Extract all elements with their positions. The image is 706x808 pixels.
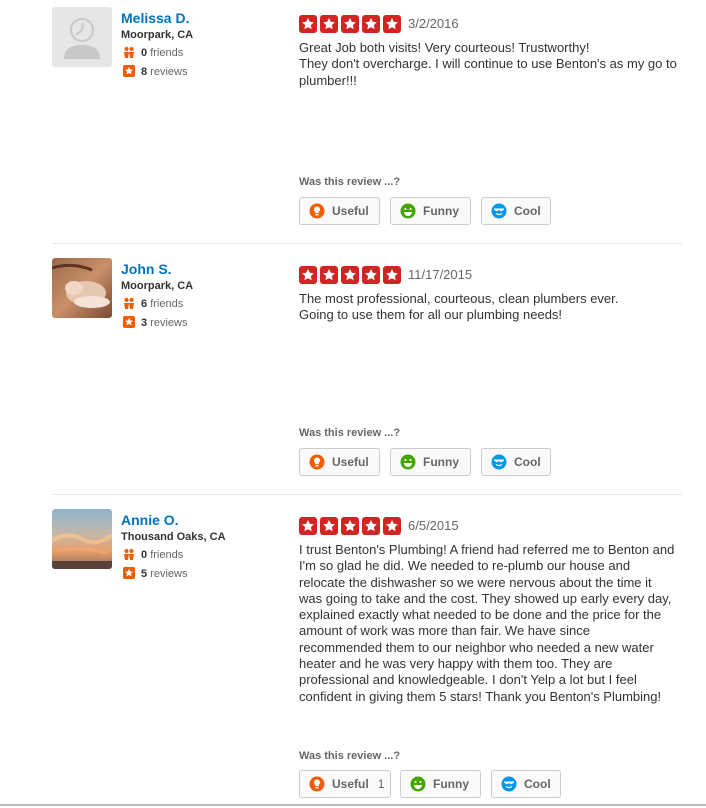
review-count-label: reviews <box>150 568 188 580</box>
friends-icon <box>124 549 134 560</box>
review-count-value: 5 <box>141 568 148 580</box>
user-location: Thousand Oaks, CA <box>121 531 226 543</box>
star-icon <box>341 517 359 535</box>
star-icon <box>383 517 401 535</box>
cool-icon <box>501 776 517 792</box>
funny-icon <box>410 776 426 792</box>
vote-prompt: Was this review ...? <box>299 750 401 762</box>
review-star-icon <box>123 567 135 579</box>
friend-count-value: 0 <box>141 549 148 561</box>
user-name[interactable]: Annie O. <box>121 512 179 528</box>
star-icon <box>299 517 317 535</box>
star-icon <box>362 517 380 535</box>
useful-label: Useful <box>332 777 369 791</box>
friend-count-label: friends <box>150 549 184 561</box>
user-photo-image <box>52 509 112 569</box>
user-photo[interactable] <box>52 509 112 569</box>
review-item: Annie O. Thousand Oaks, CA 0 friends 5 r… <box>0 0 706 804</box>
cool-label: Cool <box>524 777 551 791</box>
star-rating <box>299 517 404 535</box>
funny-label: Funny <box>433 777 469 791</box>
bottom-border <box>0 804 706 806</box>
useful-icon <box>309 776 325 792</box>
useful-count: 1 <box>377 777 385 791</box>
useful-button[interactable]: Useful 1 <box>299 770 391 798</box>
cool-button[interactable]: Cool <box>491 770 561 798</box>
review-date: 6/5/2015 <box>408 518 459 533</box>
star-icon <box>320 517 338 535</box>
review-count: 5 reviews <box>123 567 187 581</box>
friend-count: 0 friends <box>123 548 183 562</box>
funny-button[interactable]: Funny <box>400 770 481 798</box>
review-text: I trust Benton's Plumbing! A friend had … <box>299 542 675 704</box>
